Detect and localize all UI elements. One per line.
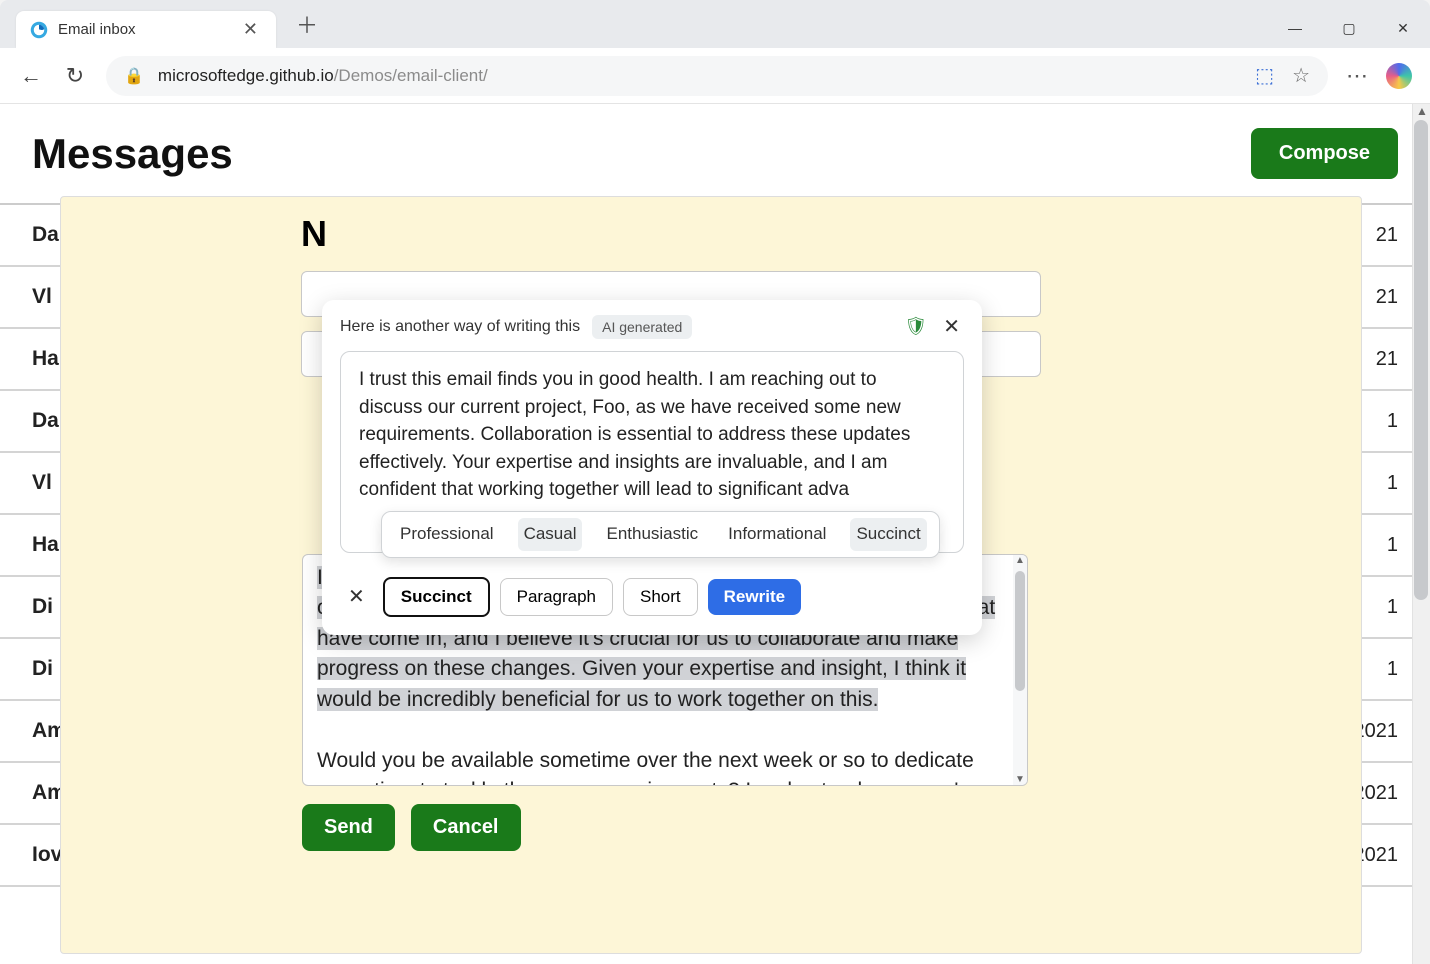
lock-icon: 🔒 bbox=[124, 66, 144, 86]
browser-menu-button[interactable]: ⋯ bbox=[1346, 63, 1368, 89]
page-content: ▲ Messages Compose Da21Vl21Ha21Da1Vl1Ha1… bbox=[0, 104, 1430, 964]
url-domain: microsoftedge.github.io bbox=[158, 66, 334, 85]
ai-close-icon[interactable]: ✕ bbox=[939, 314, 964, 339]
ai-suggestion-box: I trust this email finds you in good hea… bbox=[340, 351, 964, 553]
tone-option-informational[interactable]: Informational bbox=[722, 518, 832, 551]
browser-titlebar: Email inbox ✕ ＋ — ▢ ✕ bbox=[0, 0, 1430, 48]
browser-address-bar: ← ↻ 🔒 microsoftedge.github.io/Demos/emai… bbox=[0, 48, 1430, 104]
length-short-pill[interactable]: Short bbox=[623, 578, 698, 616]
window-close-button[interactable]: ✕ bbox=[1376, 8, 1430, 48]
row-date: 1 bbox=[1387, 472, 1398, 495]
window-controls: — ▢ ✕ bbox=[1268, 8, 1430, 48]
ai-popup-label: Here is another way of writing this bbox=[340, 318, 580, 336]
page-scrollbar[interactable]: ▲ bbox=[1412, 104, 1430, 964]
row-date: 1 bbox=[1387, 596, 1398, 619]
ai-rewrite-popup: Here is another way of writing this AI g… bbox=[322, 300, 982, 635]
ai-suggestion-text: I trust this email finds you in good hea… bbox=[359, 369, 910, 500]
row-date: 1 bbox=[1387, 534, 1398, 557]
row-date: 21 bbox=[1376, 348, 1398, 371]
row-date: 21 bbox=[1376, 224, 1398, 247]
privacy-shield-icon[interactable]: 🛡︎ bbox=[904, 316, 927, 337]
tab-close-icon[interactable]: ✕ bbox=[239, 19, 262, 40]
favorite-icon[interactable]: ☆ bbox=[1292, 63, 1310, 88]
tone-option-casual[interactable]: Casual bbox=[518, 518, 583, 551]
editor-scroll-down-icon[interactable]: ▼ bbox=[1013, 774, 1027, 785]
length-succinct-pill[interactable]: Succinct bbox=[383, 577, 490, 617]
editor-scroll-thumb[interactable] bbox=[1015, 571, 1025, 691]
scroll-thumb[interactable] bbox=[1414, 120, 1428, 600]
controls-close-icon[interactable]: ✕ bbox=[340, 580, 373, 613]
compose-button[interactable]: Compose bbox=[1251, 128, 1398, 179]
ai-generated-badge: AI generated bbox=[592, 315, 692, 339]
row-date: 21 bbox=[1376, 286, 1398, 309]
rewrite-button[interactable]: Rewrite bbox=[708, 579, 801, 615]
compose-heading: N bbox=[301, 213, 1041, 255]
tab-title: Email inbox bbox=[58, 21, 229, 38]
url-path: /Demos/email-client/ bbox=[334, 66, 488, 85]
url-box[interactable]: 🔒 microsoftedge.github.io/Demos/email-cl… bbox=[106, 56, 1328, 96]
nav-refresh-button[interactable]: ↻ bbox=[62, 63, 88, 89]
shopping-icon[interactable]: ⬚ bbox=[1255, 63, 1274, 88]
new-tab-button[interactable]: ＋ bbox=[282, 0, 332, 48]
page-title: Messages bbox=[32, 130, 233, 178]
row-date: 1 bbox=[1387, 658, 1398, 681]
window-minimize-button[interactable]: — bbox=[1268, 8, 1322, 48]
edge-favicon-icon bbox=[30, 21, 48, 39]
tone-options: Professional Casual Enthusiastic Informatio… bbox=[381, 511, 940, 558]
row-date: 1 bbox=[1387, 410, 1398, 433]
editor-rest-text: Would you be available sometime over the… bbox=[317, 749, 974, 785]
tone-option-enthusiastic[interactable]: Enthusiastic bbox=[600, 518, 704, 551]
length-paragraph-pill[interactable]: Paragraph bbox=[500, 578, 613, 616]
editor-scrollbar[interactable]: ▲ ▼ bbox=[1013, 555, 1027, 785]
nav-back-button[interactable]: ← bbox=[18, 63, 44, 89]
editor-scroll-up-icon[interactable]: ▲ bbox=[1013, 555, 1027, 566]
cancel-button[interactable]: Cancel bbox=[411, 804, 521, 851]
window-maximize-button[interactable]: ▢ bbox=[1322, 8, 1376, 48]
tone-option-professional[interactable]: Professional bbox=[394, 518, 500, 551]
tone-option-succinct[interactable]: Succinct bbox=[850, 518, 926, 551]
send-button[interactable]: Send bbox=[302, 804, 395, 851]
copilot-icon[interactable] bbox=[1386, 63, 1412, 89]
browser-tab[interactable]: Email inbox ✕ bbox=[16, 11, 276, 48]
